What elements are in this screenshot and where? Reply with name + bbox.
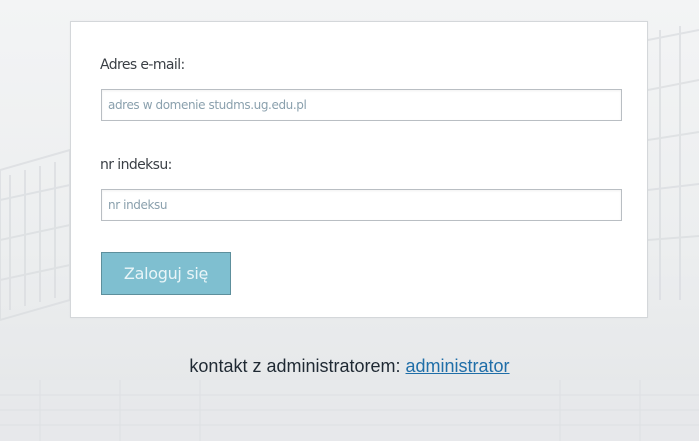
index-number-input[interactable] [101,189,622,221]
admin-contact-line: kontakt z administratorem: administrator [0,356,699,377]
administrator-link[interactable]: administrator [406,356,510,376]
index-number-label: nr indeksu: [100,157,172,173]
email-input[interactable] [101,89,622,121]
email-label: Adres e-mail: [100,57,185,73]
admin-contact-text: kontakt z administratorem: [189,356,401,376]
login-card: Adres e-mail: nr indeksu: Zaloguj się [70,21,648,318]
login-button[interactable]: Zaloguj się [101,252,231,295]
